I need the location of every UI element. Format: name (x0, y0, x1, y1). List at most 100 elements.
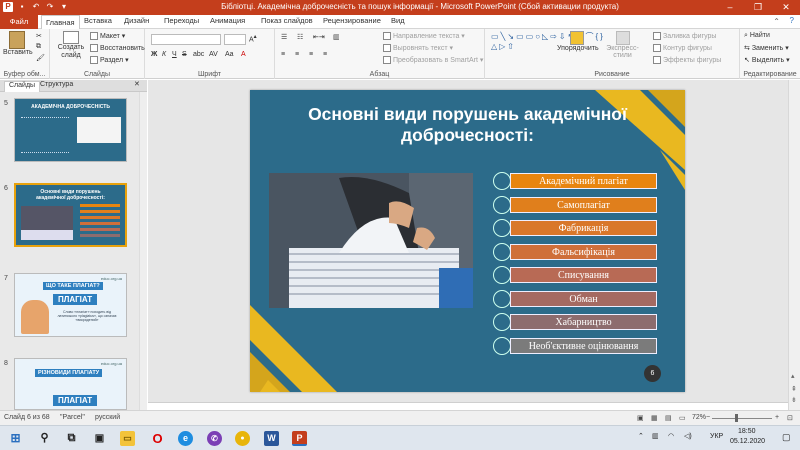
viber-icon[interactable]: ✆ (207, 431, 222, 446)
tab-slides[interactable]: Слайды (4, 81, 41, 92)
powerpoint-taskbar-icon[interactable]: P (292, 431, 307, 446)
shape-effects-button[interactable]: Эффекты фигуры (653, 56, 721, 64)
list-item[interactable]: Самоплагіат (510, 196, 657, 213)
panel-scrollbar[interactable] (139, 92, 147, 410)
zoom-level[interactable]: 72% (692, 414, 706, 421)
notes-pane[interactable] (148, 402, 788, 410)
case-icon[interactable]: Aa (225, 51, 234, 58)
grow-font-icon[interactable]: A▴ (249, 34, 257, 43)
edge-icon[interactable]: e (178, 431, 193, 446)
start-icon[interactable]: ⊞ (8, 431, 23, 446)
justify-icon[interactable]: ≡ (323, 51, 327, 58)
copy-icon[interactable]: ⧉ (36, 43, 41, 51)
task-view-icon[interactable]: ⧉ (64, 431, 79, 446)
align-left-icon[interactable]: ≡ (281, 51, 285, 58)
font-name-combo[interactable] (151, 34, 221, 45)
spacing-icon[interactable]: AV (209, 51, 218, 58)
scroll-up-icon[interactable]: ▴ (791, 372, 795, 380)
tab-file[interactable]: Файл (0, 15, 38, 29)
align-right-icon[interactable]: ≡ (309, 51, 313, 58)
undo-icon[interactable]: ↶ (31, 2, 41, 12)
tab-outline[interactable]: Структура (40, 81, 73, 88)
list-item[interactable]: Фабрикація (510, 220, 657, 236)
help-icon[interactable]: ? (790, 16, 794, 25)
font-color-icon[interactable]: A (241, 51, 246, 58)
list-item[interactable]: Фальсифікація (510, 243, 657, 260)
arrange-button[interactable]: Упорядочить (557, 31, 599, 52)
fit-slide-icon[interactable]: ⊡ (787, 414, 793, 422)
editor-scrollbar[interactable]: ▴ ⇞ ⇟ (788, 80, 800, 410)
volume-icon[interactable]: ◁) (684, 432, 692, 440)
slide-title[interactable]: Основні види порушень академічної доброч… (280, 104, 655, 146)
tab-view[interactable]: Вид (391, 16, 405, 25)
numbering-icon[interactable]: ☷ (297, 33, 303, 41)
chrome-icon[interactable]: ● (235, 431, 250, 446)
strikethrough-icon[interactable]: S (182, 51, 187, 58)
close-panel-icon[interactable]: ✕ (134, 80, 140, 88)
word-icon[interactable]: W (264, 431, 279, 446)
shapes-gallery[interactable]: ▭╲↘▭▭○◺⇨⇩↖☆⌒{}△▷⇧ (491, 32, 603, 64)
redo-icon[interactable]: ↷ (45, 2, 55, 12)
columns-icon[interactable]: ▥ (333, 33, 340, 41)
list-item[interactable]: Необ'єктивне оцінювання (510, 337, 657, 354)
format-painter-icon[interactable]: 🖌 (36, 54, 45, 62)
layout-button[interactable]: Макет ▾ (90, 32, 125, 41)
create-slide-button[interactable]: Создать слайд (56, 31, 86, 60)
tab-home[interactable]: Главная (41, 15, 80, 29)
replace-button[interactable]: ⇆ Заменить ▾ (744, 44, 789, 52)
tab-slideshow[interactable]: Показ слайдов (261, 16, 313, 25)
shape-fill-button[interactable]: Заливка фигуры (653, 32, 716, 40)
align-center-icon[interactable]: ≡ (295, 51, 299, 58)
zoom-in-icon[interactable]: + (775, 414, 779, 421)
opera-icon[interactable]: O (150, 431, 165, 446)
view-reading-icon[interactable]: ▤ (665, 414, 672, 422)
slide-canvas[interactable]: Основні види порушень академічної доброч… (250, 90, 685, 392)
find-button[interactable]: ⌕ Найти (744, 32, 770, 40)
minimize-ribbon-icon[interactable]: ⌃ (773, 17, 780, 26)
zoom-out-icon[interactable]: − (706, 414, 710, 421)
tab-review[interactable]: Рецензирование (323, 16, 381, 25)
list-item[interactable]: Списування (510, 267, 657, 283)
shape-outline-button[interactable]: Контур фигуры (653, 44, 712, 52)
save-icon[interactable]: ▪ (17, 2, 27, 12)
list-item[interactable]: Обман (510, 290, 657, 307)
prev-slide-icon[interactable]: ⇞ (791, 385, 797, 393)
clock-time[interactable]: 18:50 (738, 428, 756, 435)
cut-icon[interactable]: ✂ (36, 32, 42, 40)
powerpoint-app-icon[interactable]: P (3, 2, 13, 12)
slide-thumbnail[interactable]: educ.org.ua ЩО ТАКЕ ПЛАГІАТ? ПЛАГІАТ Сло… (14, 273, 127, 337)
tray-expand-icon[interactable]: ⌃ (638, 432, 644, 440)
slide-thumbnail[interactable]: АКАДЕМІЧНА ДОБРОЧЕСНІСТЬ (14, 98, 127, 162)
align-text-button[interactable]: Выровнять текст ▾ (383, 44, 453, 53)
input-language[interactable]: УКР (710, 433, 723, 440)
underline-icon[interactable]: Ч (172, 51, 177, 58)
text-direction-button[interactable]: Направление текста ▾ (383, 32, 465, 41)
file-explorer-icon[interactable]: ▭ (120, 431, 135, 446)
tab-design[interactable]: Дизайн (124, 16, 149, 25)
font-size-combo[interactable] (224, 34, 246, 45)
list-item[interactable]: Хабарництво (510, 314, 657, 330)
zoom-slider-handle[interactable] (735, 414, 738, 422)
view-sorter-icon[interactable]: ▦ (651, 414, 658, 422)
network-icon[interactable]: ▥ (652, 432, 659, 440)
paper-stack-photo[interactable] (269, 173, 473, 308)
next-slide-icon[interactable]: ⇟ (791, 396, 797, 404)
shadow-icon[interactable]: abc (193, 51, 204, 58)
slide-thumbnail[interactable]: educ.org.ua РІЗНОВИДИ ПЛАГІАТУ ПЛАГІАТ (14, 358, 127, 410)
language-status[interactable]: русский (95, 414, 120, 421)
tab-animation[interactable]: Анимация (210, 16, 245, 25)
section-button[interactable]: Раздел ▾ (90, 56, 129, 65)
bold-icon[interactable]: Ж (151, 51, 157, 58)
list-item[interactable]: Академічний плагіат (510, 173, 657, 189)
italic-icon[interactable]: К (162, 51, 166, 58)
reset-button[interactable]: Восстановить (90, 44, 145, 52)
tab-insert[interactable]: Вставка (84, 16, 112, 25)
minimize-icon[interactable]: – (716, 0, 744, 15)
notifications-icon[interactable]: ▢ (782, 432, 791, 443)
view-normal-icon[interactable]: ▣ (637, 414, 644, 422)
customize-qat-icon[interactable]: ▾ (59, 2, 69, 12)
smartart-button[interactable]: Преобразовать в SmartArt ▾ (383, 56, 483, 65)
quick-styles-button[interactable]: Экспресс-стили (600, 31, 645, 59)
select-button[interactable]: ↖ Выделить ▾ (744, 56, 790, 64)
indent-icon[interactable]: ⇤⇥ (313, 33, 325, 41)
